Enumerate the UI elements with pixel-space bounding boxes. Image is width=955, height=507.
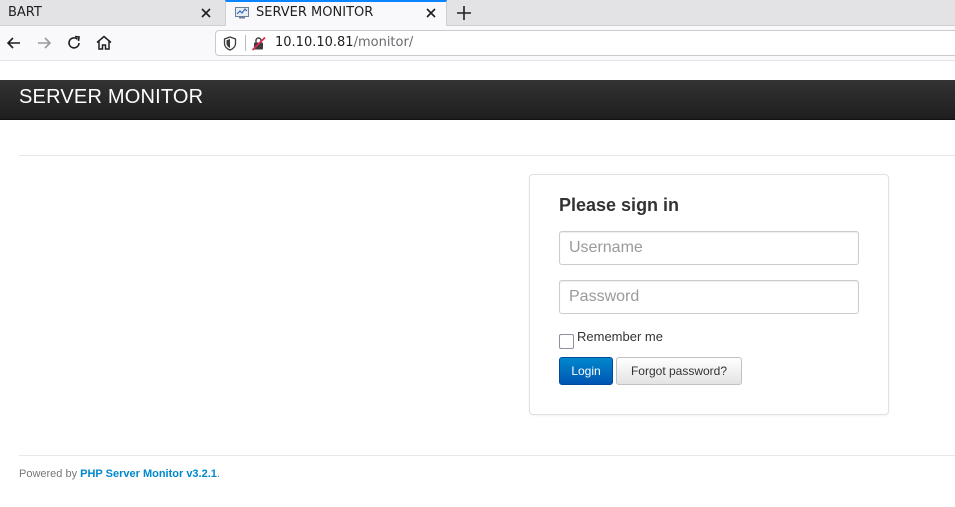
- close-icon[interactable]: [423, 5, 439, 21]
- url-path: /monitor/: [353, 35, 414, 50]
- remember-me-checkbox[interactable]: [559, 334, 574, 349]
- navigation-bar: 10.10.10.81/monitor/: [0, 26, 955, 60]
- divider-bottom: [19, 455, 955, 456]
- remember-me-row: Remember me: [559, 329, 663, 349]
- tab-bart[interactable]: BART: [0, 0, 224, 26]
- divider-top: [19, 155, 955, 156]
- signin-form: Please sign in Remember me Login Forgot …: [529, 174, 889, 415]
- footer-prefix: Powered by: [19, 468, 81, 480]
- signin-heading: Please sign in: [559, 195, 680, 215]
- forward-arrow-icon[interactable]: [34, 33, 54, 53]
- footer: Powered by PHP Server Monitor v3.2.1.: [19, 468, 220, 480]
- password-input[interactable]: [559, 280, 859, 314]
- insecure-lock-icon[interactable]: [251, 36, 267, 51]
- login-button[interactable]: Login: [559, 357, 613, 385]
- footer-link[interactable]: PHP Server Monitor v3.2.1: [80, 468, 217, 480]
- home-icon[interactable]: [94, 33, 114, 53]
- app-header: SERVER MONITOR: [0, 80, 955, 120]
- toolbar-spacer: [0, 60, 955, 80]
- tab-server-monitor[interactable]: SERVER MONITOR: [225, 0, 447, 27]
- url-host: 10.10.10.81: [275, 35, 354, 50]
- tab-title: BART: [8, 5, 42, 20]
- footer-suffix: .: [216, 468, 220, 480]
- url-bar[interactable]: 10.10.10.81/monitor/: [215, 30, 955, 56]
- monitor-favicon-icon: [235, 7, 249, 19]
- new-tab-plus-icon[interactable]: [455, 4, 473, 22]
- tab-bar: BART SERVER MONITOR: [0, 0, 955, 27]
- close-icon[interactable]: [198, 5, 214, 21]
- username-input[interactable]: [559, 231, 859, 265]
- reload-icon[interactable]: [64, 33, 84, 53]
- shield-icon[interactable]: [223, 36, 237, 51]
- tab-title: SERVER MONITOR: [256, 5, 374, 20]
- back-arrow-icon[interactable]: [4, 33, 24, 53]
- remember-me-label[interactable]: Remember me: [577, 329, 663, 344]
- forgot-password-button[interactable]: Forgot password?: [616, 357, 742, 385]
- brand-title[interactable]: SERVER MONITOR: [19, 86, 203, 109]
- url-separator: [245, 35, 246, 51]
- url-text[interactable]: 10.10.10.81/monitor/: [275, 35, 413, 50]
